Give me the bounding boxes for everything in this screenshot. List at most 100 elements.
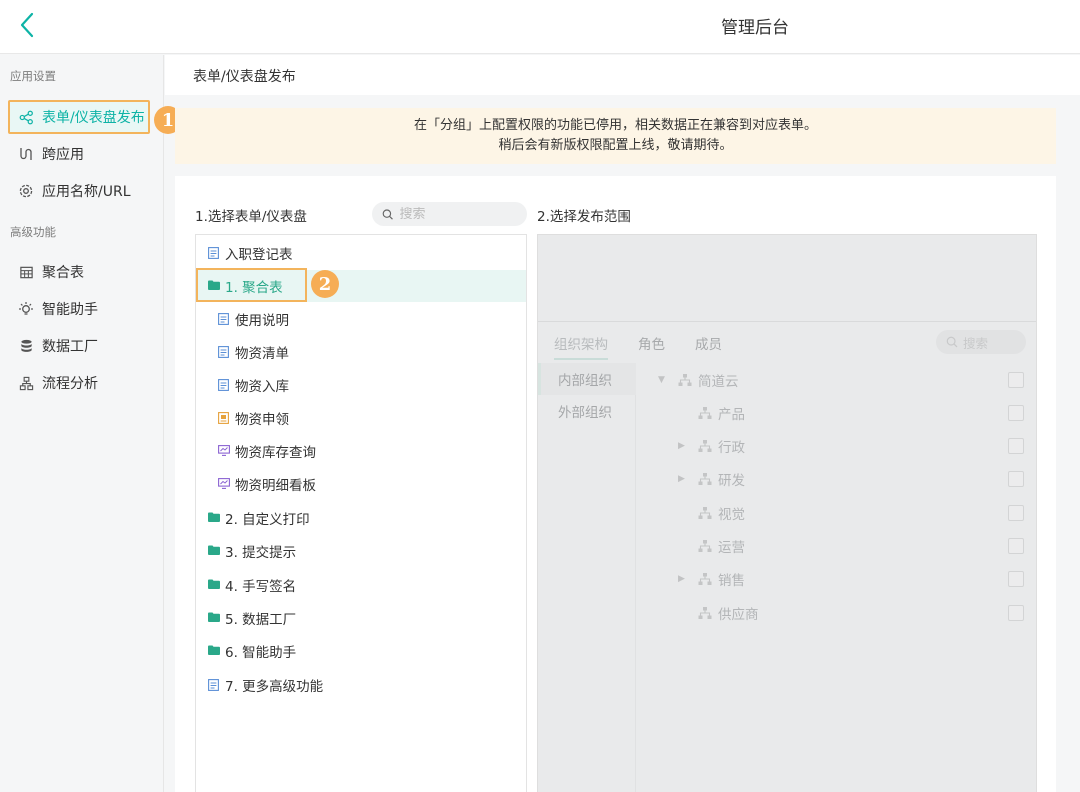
sidebar: 应用设置 表单/仪表盘发布 跨应用 应用名称/URL 高级功能 聚合表 智能助手 (0, 55, 164, 792)
top-header: 管理后台 (0, 0, 1080, 54)
flow-form-icon (218, 412, 230, 424)
org-node-label: 行政 (718, 439, 745, 456)
tree-item-folder-signature[interactable]: 4. 手写签名 (196, 569, 526, 601)
tree-item-label: 物资清单 (235, 346, 289, 362)
share-icon (18, 109, 34, 125)
notice-banner: 在「分组」上配置权限的功能已停用，相关数据正在兼容到对应表单。 稍后会有新版权限… (175, 108, 1056, 164)
org-node-checkbox[interactable] (1008, 437, 1024, 454)
search-icon (946, 336, 958, 348)
sidebar-item-app-name-url[interactable]: 应用名称/URL (8, 174, 150, 208)
folder-icon (208, 512, 220, 524)
tree-item-label: 物资明细看板 (235, 478, 316, 494)
org-node-checkbox[interactable] (1008, 371, 1024, 388)
flow-icon (18, 375, 34, 391)
org-node-rnd[interactable]: ▶ 研发 (638, 462, 1034, 495)
org-icon (698, 506, 712, 519)
sidebar-item-cross-app[interactable]: 跨应用 (8, 137, 150, 171)
scope-panel-top-area (538, 235, 1036, 322)
dashboard-icon (218, 478, 230, 490)
org-type-internal[interactable]: 内部组织 (538, 363, 636, 395)
tree-item-material-list[interactable]: 物资清单 (196, 336, 526, 368)
org-node-operations[interactable]: 运营 (638, 529, 1034, 562)
org-node-checkbox[interactable] (1008, 470, 1024, 487)
database-icon (18, 338, 34, 354)
sidebar-item-smart-assistant[interactable]: 智能助手 (8, 292, 150, 326)
org-icon (698, 439, 712, 452)
form-search-input[interactable] (399, 206, 527, 222)
sidebar-item-form-publish[interactable]: 表单/仪表盘发布 (8, 100, 150, 134)
org-type-external[interactable]: 外部组织 (538, 395, 636, 427)
tab-org-structure[interactable]: 组织架构 (554, 333, 608, 360)
form-icon (208, 679, 220, 691)
tree-item-inventory-query[interactable]: 物资库存查询 (196, 435, 526, 467)
tab-roles[interactable]: 角色 (638, 333, 665, 353)
form-search-box[interactable] (372, 202, 527, 226)
tree-item-label: 入职登记表 (225, 247, 293, 263)
form-icon (218, 313, 230, 325)
gear-icon (18, 183, 34, 199)
notice-line-1: 在「分组」上配置权限的功能已停用，相关数据正在兼容到对应表单。 (413, 118, 817, 133)
tree-item-folder-submit-tip[interactable]: 3. 提交提示 (196, 535, 526, 567)
org-node-product[interactable]: 产品 (638, 396, 1034, 429)
selection-highlight-box (196, 268, 307, 302)
org-node-checkbox[interactable] (1008, 604, 1024, 621)
folder-icon (208, 612, 220, 624)
folder-icon (208, 579, 220, 591)
form-tree-panel: 入职登记表 1. 聚合表 使用说明 物资清单 物资入库 物资申领 物资库存查询 … (195, 234, 527, 792)
org-icon (698, 572, 712, 585)
select-scope-title: 2.选择发布范围 (537, 209, 631, 225)
tree-item-more-advanced[interactable]: 7. 更多高级功能 (196, 669, 526, 701)
tree-item-folder-data-factory[interactable]: 5. 数据工厂 (196, 602, 526, 634)
org-node-supplier[interactable]: 供应商 (638, 596, 1034, 629)
folder-icon (208, 545, 220, 557)
scope-search-placeholder: 搜索 (963, 335, 989, 351)
page-title: 管理后台 (721, 18, 789, 38)
tree-item-material-request[interactable]: 物资申领 (196, 402, 526, 434)
tab-members[interactable]: 成员 (695, 333, 722, 353)
org-node-sales[interactable]: ▶ 销售 (638, 562, 1034, 595)
org-node-label: 视觉 (718, 506, 745, 523)
org-node-root[interactable]: ▼ 简道云 (638, 363, 1034, 396)
scope-search-box[interactable]: 搜索 (936, 330, 1026, 354)
tree-item-folder-custom-print[interactable]: 2. 自定义打印 (196, 502, 526, 534)
table-icon (18, 264, 34, 280)
org-node-checkbox[interactable] (1008, 537, 1024, 554)
tree-item-usage-guide[interactable]: 使用说明 (196, 303, 526, 335)
bulb-icon (18, 301, 34, 317)
org-node-label: 销售 (718, 572, 745, 589)
search-icon (382, 208, 393, 220)
org-icon (698, 606, 712, 619)
sidebar-item-label: 数据工厂 (42, 339, 98, 355)
org-node-visual[interactable]: 视觉 (638, 496, 1034, 529)
caret-right-icon: ▶ (678, 473, 685, 484)
org-node-checkbox[interactable] (1008, 504, 1024, 521)
org-icon (698, 406, 712, 419)
org-node-admin[interactable]: ▶ 行政 (638, 429, 1034, 462)
content-header: 表单/仪表盘发布 (165, 55, 1080, 95)
org-node-checkbox[interactable] (1008, 570, 1024, 587)
tree-item-label: 使用说明 (235, 313, 289, 329)
scope-panel: 组织架构 角色 成员 搜索 内部组织 外部组织 ▼ 简道云 产品 ▶ 行政 ▶ … (537, 234, 1037, 792)
org-icon (698, 539, 712, 552)
caret-right-icon: ▶ (678, 573, 685, 584)
folder-icon (208, 645, 220, 657)
org-node-checkbox[interactable] (1008, 404, 1024, 421)
tree-item-material-detail-board[interactable]: 物资明细看板 (196, 468, 526, 500)
org-icon (698, 472, 712, 485)
tree-item-onboarding-form[interactable]: 入职登记表 (196, 237, 526, 269)
sidebar-item-data-factory[interactable]: 数据工厂 (8, 329, 150, 363)
tree-item-material-inbound[interactable]: 物资入库 (196, 369, 526, 401)
caret-down-icon: ▼ (658, 374, 665, 385)
tree-item-label: 6. 智能助手 (225, 645, 297, 661)
sidebar-item-flow-analysis[interactable]: 流程分析 (8, 366, 150, 400)
tree-item-folder-smart-assistant[interactable]: 6. 智能助手 (196, 635, 526, 667)
annotation-badge-2: 2 (311, 270, 339, 298)
sidebar-section-app-settings: 应用设置 (10, 69, 56, 83)
sidebar-item-aggregate-table[interactable]: 聚合表 (8, 255, 150, 289)
tree-item-label: 物资申领 (235, 412, 289, 428)
tree-item-label: 物资入库 (235, 379, 289, 395)
sidebar-item-label: 流程分析 (42, 376, 98, 392)
content-title: 表单/仪表盘发布 (193, 69, 296, 85)
tree-item-label: 2. 自定义打印 (225, 512, 310, 528)
form-icon (218, 379, 230, 391)
